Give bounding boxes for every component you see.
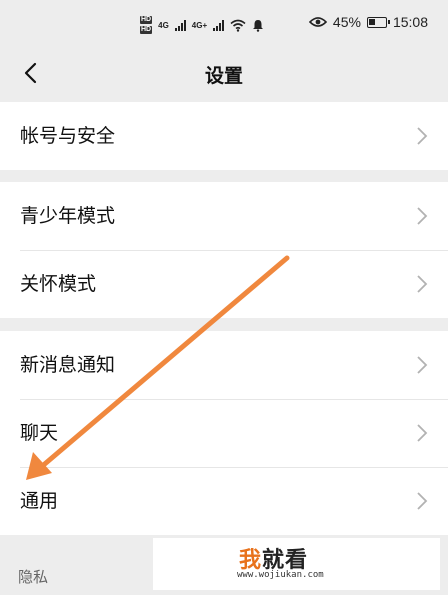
settings-group-modes: 青少年模式 关怀模式: [0, 182, 448, 318]
battery-fill: [368, 18, 375, 25]
menu-item-new-message-notification[interactable]: 新消息通知: [0, 331, 448, 399]
chevron-right-icon: [417, 275, 428, 293]
eye-icon: [308, 17, 327, 27]
menu-item-chat[interactable]: 聊天: [0, 399, 448, 467]
menu-item-label: 新消息通知: [20, 354, 116, 376]
chevron-right-icon: [417, 424, 428, 442]
battery-icon: [366, 16, 390, 28]
status-right: 45% 15:08: [308, 14, 428, 30]
status-time: 15:08: [392, 14, 428, 30]
menu-item-label: 通用: [20, 490, 59, 512]
section-label-privacy: 隐私: [18, 568, 49, 586]
settings-group-account: 帐号与安全: [0, 102, 448, 170]
net-label-2: 4G+: [191, 20, 208, 30]
wifi-icon: [230, 19, 246, 32]
notification-bell-icon: [253, 19, 264, 32]
menu-item-teen-mode[interactable]: 青少年模式: [0, 182, 448, 250]
page-title: 设置: [204, 65, 243, 87]
hd-badge-2: HD: [140, 26, 153, 34]
signal-icon: [174, 19, 186, 31]
nav-header: 设置: [0, 48, 448, 100]
hd-badges: HD HD: [140, 16, 153, 34]
status-network-icons: HD HD 4G 4G+: [140, 12, 264, 38]
chevron-right-icon: [417, 356, 428, 374]
signal-icon-2: [213, 19, 225, 31]
chevron-right-icon: [417, 492, 428, 510]
chevron-right-icon: [417, 207, 428, 225]
chevron-right-icon: [417, 127, 428, 145]
menu-item-general[interactable]: 通用: [0, 467, 448, 535]
menu-item-label: 帐号与安全: [20, 125, 116, 147]
settings-group-general: 新消息通知 聊天 通用: [0, 331, 448, 535]
status-bar: HD HD 4G 4G+ 45% 15:08: [0, 0, 448, 48]
menu-item-account-security[interactable]: 帐号与安全: [0, 102, 448, 170]
net-label-1: 4G: [158, 20, 169, 30]
menu-item-label: 关怀模式: [20, 273, 97, 295]
menu-item-label: 聊天: [20, 422, 59, 444]
menu-item-care-mode[interactable]: 关怀模式: [0, 250, 448, 318]
menu-item-label: 青少年模式: [20, 205, 116, 227]
watermark-url: www.wojiukan.com: [237, 570, 324, 580]
hd-badge-1: HD: [140, 16, 153, 24]
watermark-logo: 我就看 www.wojiukan.com: [153, 538, 440, 590]
battery-percent: 45%: [332, 14, 361, 30]
